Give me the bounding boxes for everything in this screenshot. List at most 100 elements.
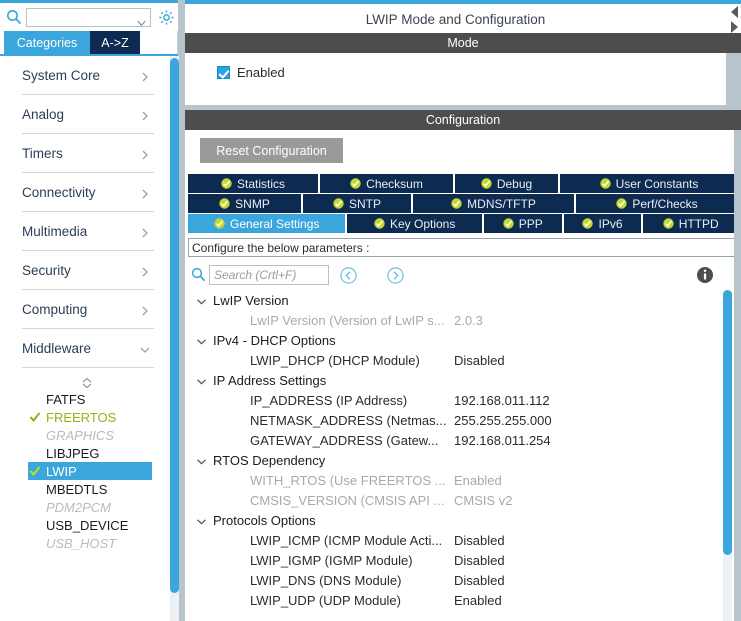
tab-label: General Settings (230, 216, 320, 231)
tree-group-ipv4-dhcp-options[interactable]: IPv4 - DHCP Options (188, 330, 718, 350)
enabled-checkbox-row[interactable]: Enabled (217, 65, 285, 80)
circle-right-arrow-icon[interactable] (387, 267, 404, 284)
list-item-lwip[interactable]: LWIP (28, 462, 152, 480)
table-row[interactable]: LwIP Version (Version of LwIP s... 2.0.3 (188, 310, 718, 330)
table-row[interactable]: NETMASK_ADDRESS (Netmas... 255.255.255.0… (188, 410, 718, 430)
sidebar-item-analog[interactable]: Analog (22, 95, 154, 134)
collapse-right-arrow-icon[interactable] (728, 20, 740, 34)
chevron-down-icon[interactable] (196, 375, 207, 386)
gear-icon[interactable] (158, 9, 175, 26)
parameter-name: CMSIS_VERSION (CMSIS API ... (250, 492, 445, 508)
category-list: System Core Analog Timers Connectivity M… (0, 56, 170, 621)
configuration-section-header: Configuration (185, 110, 741, 130)
sidebar-item-computing[interactable]: Computing (22, 290, 154, 329)
tab-categories[interactable]: Categories (4, 31, 90, 54)
sidebar-scrollbar-thumb[interactable] (170, 58, 179, 593)
tab-label: Checksum (366, 176, 423, 191)
tab-a-to-z[interactable]: A->Z (90, 31, 140, 54)
tree-group-rtos-dependency[interactable]: RTOS Dependency (188, 450, 718, 470)
tab-httpd[interactable]: HTTPD (643, 214, 739, 233)
parameter-value: 255.255.255.000 (454, 412, 552, 428)
tab-snmp[interactable]: SNMP (188, 194, 301, 213)
status-check-icon (503, 218, 514, 229)
configure-instruction-bar: Configure the below parameters : (188, 238, 736, 257)
search-input[interactable] (209, 265, 329, 285)
table-row[interactable]: LWIP_ICMP (ICMP Module Acti... Disabled (188, 530, 718, 550)
parameter-name: NETMASK_ADDRESS (Netmas... (250, 412, 446, 428)
tree-group-lwip-version[interactable]: LwIP Version (188, 290, 718, 310)
configuration-tab-grid: Statistics Checksum Debug User Constants… (188, 174, 739, 233)
tab-ppp[interactable]: PPP (483, 214, 562, 233)
scroll-spinner-icon[interactable] (80, 376, 94, 389)
middleware-label: USB_DEVICE (46, 517, 129, 533)
tab-statistics[interactable]: Statistics (188, 174, 318, 193)
tab-key-options[interactable]: Key Options (347, 214, 482, 233)
tab-debug[interactable]: Debug (455, 174, 558, 193)
sidebar-search-combo[interactable] (26, 8, 151, 27)
tab-label: SNTP (348, 196, 381, 211)
tree-scrollbar-thumb[interactable] (723, 290, 732, 555)
status-check-icon (333, 198, 344, 209)
table-row[interactable]: LWIP_DHCP (DHCP Module) Disabled (188, 350, 718, 370)
pane-collapse-arrows (726, 4, 741, 36)
tab-checksum[interactable]: Checksum (320, 174, 453, 193)
list-item[interactable]: LIBJPEG (28, 444, 152, 462)
table-row[interactable]: WITH_RTOS (Use FREERTOS ... Enabled (188, 470, 718, 490)
table-row[interactable]: LWIP_IGMP (IGMP Module) Disabled (188, 550, 718, 570)
tab-ipv6[interactable]: IPv6 (563, 214, 642, 233)
circle-left-arrow-icon[interactable] (340, 267, 357, 284)
table-row[interactable]: LWIP_DNS (DNS Module) Disabled (188, 570, 718, 590)
table-row[interactable]: LWIP_UDP (UDP Module) Enabled (188, 590, 718, 610)
tab-general-settings[interactable]: General Settings (188, 214, 346, 233)
tab-perf-checks[interactable]: Perf/Checks (576, 194, 738, 213)
chevron-down-icon[interactable] (196, 295, 207, 306)
enabled-checkbox-label: Enabled (237, 65, 285, 80)
list-item[interactable]: FREERTOS (28, 408, 152, 426)
chevron-right-icon (140, 226, 150, 238)
chevron-down-icon[interactable] (196, 455, 207, 466)
parameter-tree[interactable]: LwIP Version LwIP Version (Version of Lw… (188, 290, 718, 615)
category-label: Middleware (22, 340, 92, 356)
chevron-right-icon (140, 265, 150, 277)
parameter-value: Enabled (454, 472, 502, 488)
table-row[interactable]: IP_ADDRESS (IP Address) 192.168.011.112 (188, 390, 718, 410)
sidebar-item-connectivity[interactable]: Connectivity (22, 173, 154, 212)
sidebar-item-timers[interactable]: Timers (22, 134, 154, 173)
tree-group-protocols-options[interactable]: Protocols Options (188, 510, 718, 530)
table-row[interactable]: GATEWAY_ADDRESS (Gatew... 192.168.011.25… (188, 430, 718, 450)
tab-mdns-tftp[interactable]: MDNS/TFTP (413, 194, 574, 213)
sidebar-item-middleware[interactable]: Middleware (22, 329, 154, 368)
sidebar-item-security[interactable]: Security (22, 251, 154, 290)
table-row[interactable]: CMSIS_VERSION (CMSIS API ... CMSIS v2 (188, 490, 718, 510)
tab-user-constants[interactable]: User Constants (560, 174, 738, 193)
sidebar-item-multimedia[interactable]: Multimedia (22, 212, 154, 251)
parameter-value: Enabled (454, 592, 502, 608)
reset-configuration-button[interactable]: Reset Configuration (200, 138, 343, 163)
list-item[interactable]: USB_DEVICE (28, 516, 152, 534)
chevron-down-icon[interactable] (196, 335, 207, 346)
tree-group-ip-address-settings[interactable]: IP Address Settings (188, 370, 718, 390)
status-check-icon (219, 198, 230, 209)
sidebar-item-system-core[interactable]: System Core (22, 56, 154, 95)
tab-sntp[interactable]: SNTP (303, 194, 411, 213)
list-item[interactable]: MBEDTLS (28, 480, 152, 498)
tab-label: SNMP (235, 196, 270, 211)
category-label: Analog (22, 106, 65, 122)
middleware-label: LIBJPEG (46, 445, 100, 461)
parameter-value: 192.168.011.254 (454, 432, 551, 448)
middleware-sublist: FATFS FREERTOS GRAPHICS LIBJPEG LWIP MBE… (0, 376, 170, 552)
collapse-left-arrow-icon[interactable] (728, 5, 740, 19)
search-icon (191, 267, 206, 282)
info-icon[interactable] (696, 266, 714, 284)
search-input[interactable] (30, 10, 134, 27)
parameter-name: LWIP_IGMP (IGMP Module) (250, 552, 413, 568)
parameter-value: Disabled (454, 532, 505, 548)
category-label: Timers (22, 145, 63, 161)
check-icon (29, 411, 41, 423)
list-item[interactable]: FATFS (28, 390, 152, 408)
enabled-checkbox[interactable] (217, 66, 230, 79)
chevron-down-icon[interactable] (196, 515, 207, 526)
parameter-value: Disabled (454, 552, 505, 568)
chevron-down-icon[interactable] (137, 14, 146, 27)
application-window: Categories A->Z System Core Analog Timer… (0, 0, 741, 621)
